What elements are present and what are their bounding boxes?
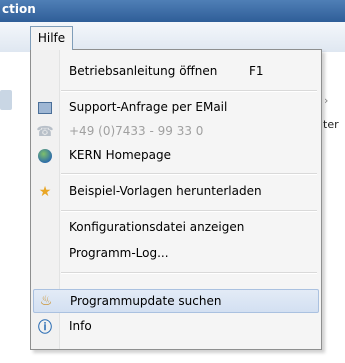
background-toolbar-fragment <box>0 90 12 110</box>
background-arrow-fragment: › <box>324 94 329 107</box>
menu-item-label: Support-Anfrage per EMail <box>69 100 228 114</box>
background-right-panel: › lter <box>320 52 345 363</box>
menu-hilfe[interactable]: Hilfe <box>30 26 73 50</box>
menu-item-programm-log[interactable]: Programm-Log... <box>33 242 319 266</box>
menu-item-label: Konfigurationsdatei anzeigen <box>69 220 245 234</box>
menu-item-label: +49 (0)7433 - 99 33 0 <box>69 124 204 138</box>
info-icon: ⓘ <box>38 320 52 336</box>
menu-item-phone: ☎ +49 (0)7433 - 99 33 0 <box>33 120 319 144</box>
menu-separator <box>61 173 317 175</box>
menu-item-konfigurationsdatei[interactable]: Konfigurationsdatei anzeigen <box>33 216 319 240</box>
background-text-fragment: lter <box>320 118 339 131</box>
menu-item-betriebsanleitung[interactable]: Betriebsanleitung öffnen F1 <box>33 60 319 84</box>
menu-item-label: Programmupdate suchen <box>70 294 222 308</box>
window-titlebar: ction <box>0 0 345 22</box>
email-icon <box>33 96 57 120</box>
download-templates-icon: ★ <box>38 184 52 200</box>
menu-item-support-email[interactable]: Support-Anfrage per EMail <box>33 96 319 120</box>
menu-separator <box>61 90 317 92</box>
menu-item-kern-homepage[interactable]: KERN Homepage <box>33 144 319 168</box>
menu-item-shortcut: F1 <box>249 64 264 78</box>
menu-item-beispiel-vorlagen[interactable]: ★ Beispiel-Vorlagen herunterladen <box>33 180 319 204</box>
menu-separator <box>61 272 317 274</box>
menu-separator <box>61 210 317 212</box>
menu-item-info[interactable]: ⓘ Info <box>33 315 319 339</box>
phone-icon: ☎ <box>36 124 54 140</box>
menu-item-label: Beispiel-Vorlagen herunterladen <box>69 184 262 198</box>
update-icon: ♨ <box>39 293 53 309</box>
menu-item-label: KERN Homepage <box>69 148 171 162</box>
window-title: ction <box>2 2 36 16</box>
menu-item-label: Betriebsanleitung öffnen <box>69 64 218 78</box>
help-menu-dropdown: Betriebsanleitung öffnen F1 Support-Anfr… <box>30 49 322 350</box>
background-left-panel <box>0 52 30 363</box>
globe-icon <box>33 144 57 168</box>
menu-item-programmupdate[interactable]: ♨ Programmupdate suchen <box>33 289 319 313</box>
menu-item-label: Info <box>69 319 92 333</box>
menu-item-label: Programm-Log... <box>69 246 169 260</box>
